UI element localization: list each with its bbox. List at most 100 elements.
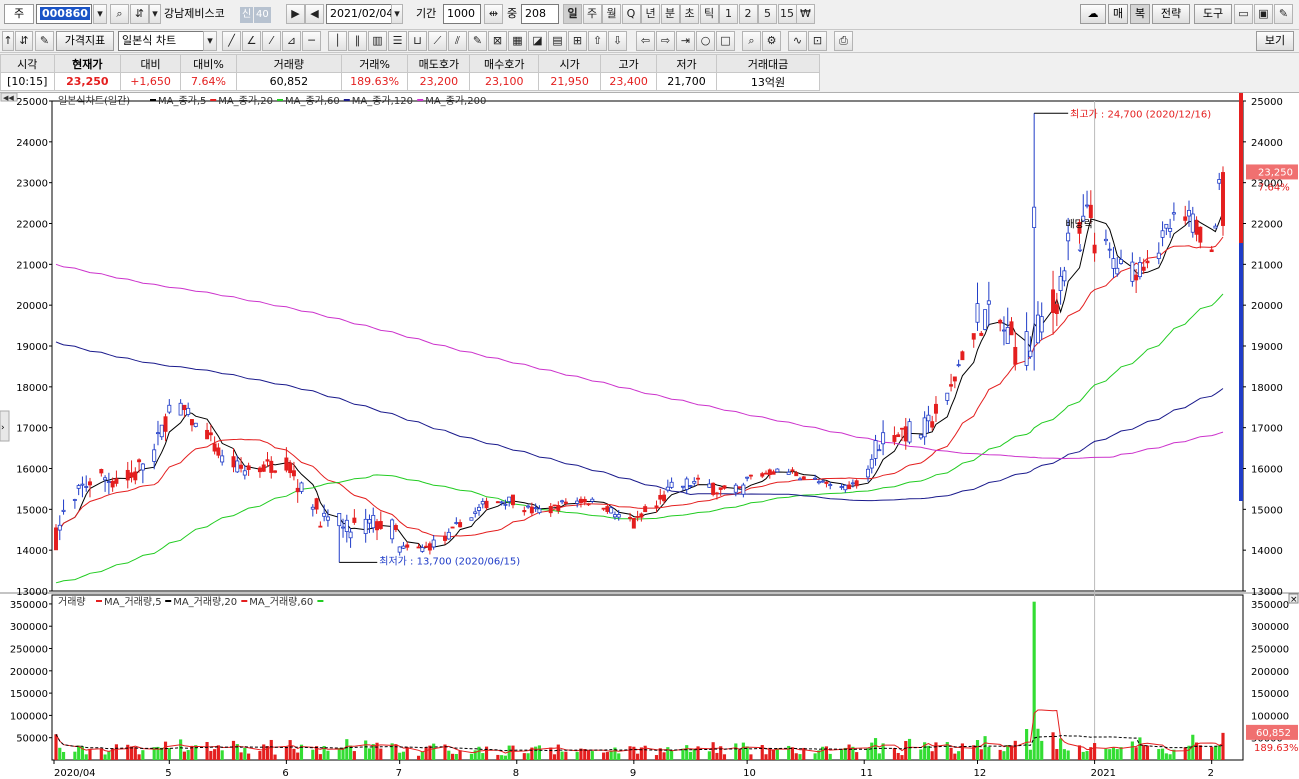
print-icon[interactable]: ⎙ [834, 31, 853, 51]
candle-body-89 [526, 505, 531, 508]
candle-body-55 [344, 519, 349, 532]
candle-body-192 [1066, 232, 1071, 242]
sort-icon[interactable]: ⇵ [130, 4, 149, 24]
candle-body-103 [601, 507, 606, 510]
duplicate-button[interactable]: 복 [1130, 4, 1150, 24]
eraser-icon[interactable]: ⊠ [488, 31, 507, 51]
pencil-icon[interactable]: ✎ [468, 31, 487, 51]
timeframe-button-2[interactable]: 월 [602, 4, 621, 24]
wrench-icon[interactable]: ✎ [1274, 4, 1293, 24]
open-folder-icon[interactable]: ▭ [1234, 4, 1253, 24]
timeframe-button-6[interactable]: 초 [680, 4, 699, 24]
color-icon[interactable]: ▦ [508, 31, 527, 51]
settings-icon[interactable]: ⚙ [762, 31, 781, 51]
candle-body-5 [80, 483, 85, 486]
rectangle-icon[interactable]: □ [716, 31, 735, 51]
arrow-down-icon[interactable]: ⇩ [608, 31, 627, 51]
ray-line-icon[interactable]: ⁄ [262, 31, 281, 51]
code-dropdown-icon[interactable]: ▾ [93, 4, 107, 24]
timeframe-button-1[interactable]: 주 [582, 4, 602, 24]
triangle-icon[interactable]: ⊿ [282, 31, 301, 51]
channel-icon[interactable]: ⊔ [408, 31, 427, 51]
volume-bar-213 [1183, 747, 1187, 760]
prev-stock-icon[interactable]: ◀ [305, 4, 324, 24]
volume-bar-66 [401, 751, 406, 760]
horizontal-line-icon[interactable]: ─ [302, 31, 321, 51]
arrow-left-icon[interactable]: ⇦ [636, 31, 655, 51]
timeframe-button-11[interactable]: 15 [777, 4, 797, 24]
stock-chart[interactable]: ◀◀ 13000 13000 14000 14000 15000 15000 16000 16… [0, 92, 1299, 779]
candle-body-30 [212, 443, 217, 452]
chart-type-select[interactable]: 일본식 차트 [118, 31, 204, 51]
vertical-line-icon[interactable]: │ [328, 31, 347, 51]
next-stock-icon[interactable]: ▶ [286, 4, 305, 24]
price-index-button[interactable]: 가격지표 [56, 31, 114, 51]
candle-body-140 [794, 472, 799, 477]
timeframe-button-4[interactable]: 년 [641, 4, 660, 24]
volume-bar-31 [216, 745, 220, 760]
candle-body-134 [764, 472, 768, 475]
timeframe-button-0[interactable]: 일 [563, 4, 582, 24]
period-input[interactable]: 1000 [443, 4, 481, 24]
sort-order-icon[interactable]: ⇵ [15, 31, 33, 51]
volume-legend-label-0: MA_거래량,5 [104, 596, 162, 608]
volume-bar-55 [345, 739, 349, 760]
trendline-icon[interactable]: ╱ [222, 31, 241, 51]
save-icon[interactable]: ▣ [1254, 4, 1273, 24]
zoom-icon[interactable]: ⌕ [742, 31, 761, 51]
regression-icon[interactable]: ⟋ [428, 31, 447, 51]
date-dropdown-icon[interactable]: ▾ [391, 4, 403, 24]
range-icon[interactable]: ⇹ [484, 4, 503, 24]
view-button[interactable]: 보기 [1256, 31, 1294, 51]
arrow-right-icon[interactable]: ⇨ [656, 31, 675, 51]
tick-settings-icon[interactable]: ₩ [796, 4, 815, 24]
stock-code-input[interactable]: 000860 [36, 4, 92, 24]
arrow-up-icon[interactable]: ⇧ [588, 31, 607, 51]
market-prefix[interactable]: 주 [4, 4, 34, 24]
volume-bar-94 [552, 754, 557, 760]
price-tick-label-right-12: 25000 [1251, 97, 1283, 108]
volume-bar-9 [103, 754, 107, 760]
candle-body-166 [930, 421, 935, 428]
text-box-icon[interactable]: ▤ [548, 31, 567, 51]
volume-bar-120 [688, 751, 693, 760]
up-arrow-icon[interactable]: ↑ [2, 31, 14, 51]
zoom-box-icon[interactable]: ⊞ [568, 31, 587, 51]
volume-bar-77 [458, 750, 462, 760]
chart-area[interactable]: ◀◀ 13000 13000 14000 14000 15000 15000 16000 16… [0, 92, 1299, 779]
timeframe-button-10[interactable]: 5 [758, 4, 777, 24]
circle-icon[interactable]: ○ [696, 31, 715, 51]
candle-body-36 [242, 470, 247, 476]
fibonacci-icon[interactable]: ☰ [388, 31, 407, 51]
edit-icon[interactable]: ✎ [35, 31, 54, 51]
overlap-input[interactable]: 208 [521, 4, 559, 24]
date-input[interactable]: 2021/02/04 [326, 4, 392, 24]
angle-line-icon[interactable]: ∠ [242, 31, 261, 51]
jump-icon[interactable]: ⇥ [676, 31, 695, 51]
quote-header-6: 매도호가 [407, 54, 471, 73]
pitchfork-icon[interactable]: ⫽ [448, 31, 467, 51]
fill-icon[interactable]: ◪ [528, 31, 547, 51]
timeframe-button-8[interactable]: 1 [719, 4, 738, 24]
strategy-button[interactable]: 전략 [1152, 4, 1190, 24]
wave-icon[interactable]: ∿ [788, 31, 807, 51]
candle-body-2 [61, 509, 66, 512]
timeframe-button-9[interactable]: 2 [738, 4, 758, 24]
search-icon[interactable]: ⌕ [110, 4, 129, 24]
timeframe-button-7[interactable]: 틱 [699, 4, 719, 24]
tools-button[interactable]: 도구 [1194, 4, 1232, 24]
volume-bar-105 [609, 750, 613, 760]
cloud-icon[interactable]: ☁ [1080, 4, 1106, 24]
frame-icon[interactable]: ⊡ [808, 31, 827, 51]
volume-bar-43 [284, 746, 288, 760]
timeframe-button-5[interactable]: 분 [660, 4, 680, 24]
vol-tick-label-left-0: 50000 [16, 734, 48, 745]
grid-icon[interactable]: ▥ [368, 31, 387, 51]
candle-body-175 [979, 332, 984, 336]
chart-type-dropdown-icon[interactable]: ▾ [203, 31, 217, 51]
timeframe-button-3[interactable]: Q [621, 4, 641, 24]
parallel-line-icon[interactable]: ∥ [348, 31, 367, 51]
buy-button[interactable]: 매 [1108, 4, 1128, 24]
volume-bar-48 [311, 749, 315, 760]
sort-dropdown-icon[interactable]: ▾ [149, 4, 161, 24]
